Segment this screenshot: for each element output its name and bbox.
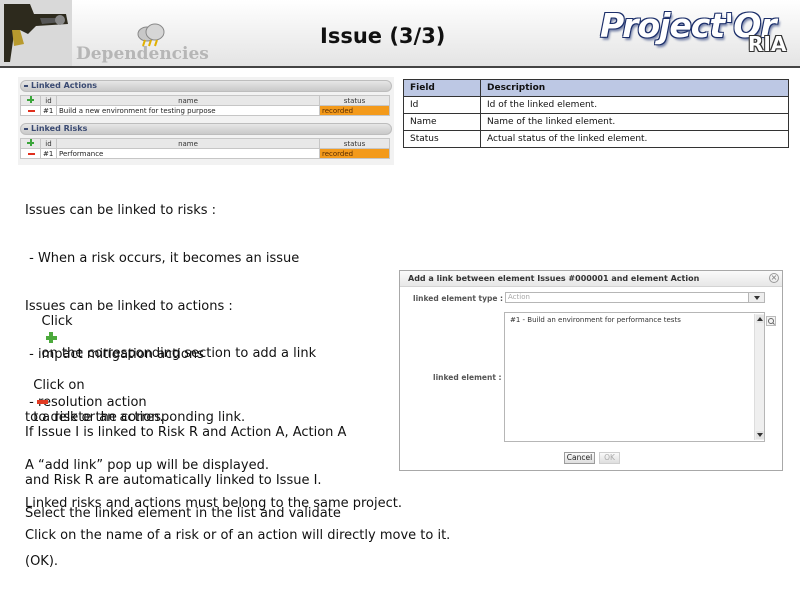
text-fragment: on the corresponding section to add a li… — [41, 346, 317, 361]
description-cell: Id of the linked element. — [480, 96, 789, 114]
linked-risks-table: id name status #1 Performance recorded — [20, 138, 390, 159]
auto-link-text: If Issue I is linked to Risk R and Actio… — [25, 393, 346, 505]
dialog-titlebar[interactable]: Add a link between element Issues #00000… — [400, 271, 782, 287]
page-title: Issue (3/3) — [320, 24, 446, 48]
slide-header: Dependencies Issue (3/3) Project'Or RIA — [0, 0, 800, 68]
field-cell: Id — [403, 96, 481, 114]
status-badge: recorded — [319, 148, 390, 159]
dialog-title: Add a link between element Issues #00000… — [408, 274, 700, 283]
table-row: #1 Build a new environment for testing p… — [20, 105, 390, 116]
linked-actions-heading: Linked Actions — [31, 81, 98, 90]
text-line: and Risk R are automatically linked to I… — [25, 473, 322, 488]
linked-element-type-select[interactable]: Action — [505, 292, 765, 303]
table-row: Id Id of the linked element. — [403, 96, 789, 114]
scroll-up-icon[interactable] — [756, 315, 764, 323]
field-header: Field — [403, 79, 481, 97]
add-link-dialog: Add a link between element Issues #00000… — [399, 270, 783, 471]
text-fragment: Click — [41, 314, 73, 329]
row-id: #1 — [40, 105, 57, 116]
row-id: #1 — [40, 148, 57, 159]
column-header: name — [56, 138, 320, 149]
column-header: id — [40, 95, 57, 106]
search-icon[interactable] — [766, 316, 776, 326]
description-cell: Name of the linked element. — [480, 113, 789, 131]
status-badge: recorded — [319, 105, 390, 116]
same-project-text: Linked risks and actions must belong to … — [25, 496, 402, 511]
remove-link-cell[interactable] — [20, 148, 41, 159]
text-line: - When a risk occurs, it becomes an issu… — [25, 251, 300, 266]
remove-link-cell[interactable] — [20, 105, 41, 116]
section-label: Dependencies — [76, 44, 209, 64]
field-cell: Status — [403, 130, 481, 148]
add-link-cell[interactable] — [20, 95, 41, 106]
ok-button[interactable]: OK — [599, 452, 620, 464]
linked-actions-header[interactable]: Linked Actions — [20, 80, 392, 92]
scroll-down-icon[interactable] — [756, 431, 764, 439]
table-row: Name Name of the linked element. — [403, 113, 789, 131]
add-icon[interactable] — [27, 139, 34, 146]
collapse-icon — [24, 85, 28, 87]
column-header: status — [319, 138, 390, 149]
brand-logo-sub: RIA — [748, 32, 787, 56]
column-header: name — [56, 95, 320, 106]
chevron-down-icon[interactable] — [748, 292, 765, 303]
description-cell: Actual status of the linked element. — [480, 130, 789, 148]
text-line: (OK). — [25, 554, 59, 569]
text-line: If Issue I is linked to Risk R and Actio… — [25, 425, 347, 440]
collapse-icon — [24, 128, 28, 130]
security-camera-logo-icon — [0, 0, 72, 66]
type-label: linked element type : — [413, 294, 504, 303]
scrollbar[interactable] — [754, 314, 764, 440]
text-line: Issues can be linked to risks : — [25, 203, 217, 218]
row-name-link[interactable]: Performance — [56, 148, 320, 159]
column-header: status — [319, 95, 390, 106]
navigate-text: Click on the name of a risk or of an act… — [25, 528, 451, 543]
column-header: id — [40, 138, 57, 149]
add-icon — [45, 331, 58, 344]
row-name-link[interactable]: Build a new environment for testing purp… — [56, 105, 320, 116]
field-cell: Name — [403, 113, 481, 131]
linked-risks-header[interactable]: Linked Risks — [20, 123, 392, 135]
remove-icon[interactable] — [28, 109, 35, 112]
close-icon[interactable]: × — [769, 273, 779, 283]
text-fragment: Click on — [33, 378, 85, 393]
add-icon[interactable] — [27, 96, 34, 103]
table-row: Status Actual status of the linked eleme… — [403, 130, 789, 148]
cancel-button[interactable]: Cancel — [564, 452, 595, 464]
linked-actions-table: id name status #1 Build a new environmen… — [20, 95, 390, 116]
table-row: #1 Performance recorded — [20, 148, 390, 159]
linked-elements-panel: Linked Actions id name status #1 Build a… — [18, 77, 394, 165]
add-link-cell[interactable] — [20, 138, 41, 149]
linked-element-list[interactable]: #1 - Build an environment for performanc… — [504, 312, 765, 442]
list-item[interactable]: #1 - Build an environment for performanc… — [510, 316, 681, 324]
remove-icon[interactable] — [28, 152, 35, 155]
field-description-table: Field Description Id Id of the linked el… — [403, 79, 789, 148]
description-header: Description — [480, 79, 789, 97]
element-label: linked element : — [433, 373, 502, 382]
linked-risks-heading: Linked Risks — [31, 124, 88, 133]
